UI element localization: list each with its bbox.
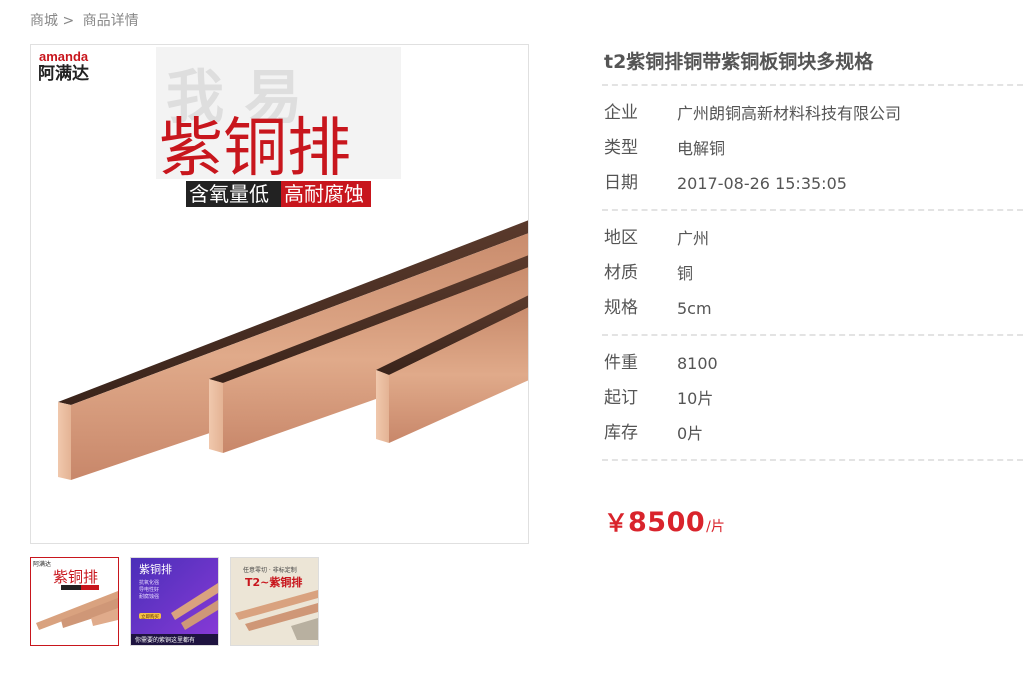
breadcrumb-separator: >: [62, 13, 75, 29]
info-value: 2017-08-26 15:35:05: [677, 174, 847, 193]
info-row-weight: 件重 8100: [604, 346, 1025, 381]
info-key: 企业: [604, 103, 638, 123]
info-row-material: 材质 铜: [604, 256, 1025, 291]
info-row-company: 企业 广州朗铜高新材料科技有限公司: [604, 96, 1025, 131]
info-value: 铜: [677, 264, 694, 283]
thumbnail-list: 阿满达 紫铜排 紫铜排 抗氧化强 导电性好 耐腐蚀强 立即购买 你需要的紫铜这里…: [30, 557, 319, 646]
info-value: 5cm: [677, 299, 712, 318]
price-unit: /片: [706, 519, 725, 535]
product-detail-panel: t2紫铜排铜带紫铜板铜块多规格 企业 广州朗铜高新材料科技有限公司 类型 电解铜…: [602, 44, 1025, 461]
thumb1-brand: 阿满达: [33, 560, 51, 568]
breadcrumb: 商城 > 商品详情: [30, 10, 143, 30]
info-group-company: 企业 广州朗铜高新材料科技有限公司 类型 电解铜 日期 2017-08-26 1…: [604, 86, 1025, 209]
thumbnail-1[interactable]: 阿满达 紫铜排: [30, 557, 119, 646]
thumb2-headline: 紫铜排: [139, 562, 172, 576]
thumbnail-3[interactable]: 任意零切 · 非标定制 T2~紫铜排: [230, 557, 319, 646]
info-value: 广州: [677, 229, 710, 248]
info-key: 起订: [604, 388, 638, 408]
info-row-moq: 起订 10片: [604, 381, 1025, 416]
thumb2-footer: 你需要的紫铜这里都有: [135, 636, 195, 644]
info-key: 材质: [604, 263, 638, 283]
brand-logo-en: amanda: [39, 49, 89, 64]
thumb2-line-2: 导电性好: [139, 586, 159, 593]
price-currency: ￥: [604, 509, 628, 537]
thumb2-line-3: 耐腐蚀强: [139, 593, 159, 600]
image-headline: 紫铜排: [159, 112, 351, 186]
thumbnail-2[interactable]: 紫铜排 抗氧化强 导电性好 耐腐蚀强 立即购买 你需要的紫铜这里都有: [130, 557, 219, 646]
brand-logo-cn: 阿满达: [38, 63, 89, 84]
info-value: 电解铜: [677, 139, 726, 158]
divider: [602, 459, 1023, 461]
product-main-image[interactable]: amanda 阿满达 我 易 紫铜排 含氧量低 高耐腐蚀: [30, 44, 529, 544]
image-tag-corrosion: 高耐腐蚀: [284, 182, 364, 206]
thumb2-button: 立即购买: [141, 613, 159, 620]
info-group-spec: 地区 广州 材质 铜 规格 5cm: [604, 211, 1025, 334]
breadcrumb-home-link[interactable]: 商城: [30, 13, 58, 29]
info-group-stock: 件重 8100 起订 10片 库存 0片: [604, 336, 1025, 459]
info-key: 库存: [604, 423, 638, 443]
info-key: 地区: [604, 228, 638, 248]
info-value: 8100: [677, 354, 718, 373]
product-title: t2紫铜排铜带紫铜板铜块多规格: [604, 51, 874, 73]
info-row-date: 日期 2017-08-26 15:35:05: [604, 166, 1025, 201]
info-key: 日期: [604, 173, 638, 193]
info-key: 件重: [604, 353, 638, 373]
breadcrumb-current: 商品详情: [82, 13, 139, 29]
thumb2-line-1: 抗氧化强: [139, 579, 159, 586]
thumb3-banner: 任意零切 · 非标定制: [243, 566, 297, 574]
thumb3-headline: T2~紫铜排: [245, 575, 302, 589]
price-amount: 8500: [628, 507, 706, 538]
product-price: ￥8500/片: [604, 503, 725, 538]
info-row-type: 类型 电解铜: [604, 131, 1025, 166]
info-value: 广州朗铜高新材料科技有限公司: [677, 104, 902, 123]
thumb1-headline: 紫铜排: [53, 568, 98, 586]
info-value: 10片: [677, 389, 714, 408]
info-row-region: 地区 广州: [604, 221, 1025, 256]
info-key: 规格: [604, 298, 638, 318]
info-row-stock: 库存 0片: [604, 416, 1025, 451]
info-value: 0片: [677, 424, 704, 443]
info-row-size: 规格 5cm: [604, 291, 1025, 326]
info-key: 类型: [604, 138, 638, 158]
image-tag-low-oxygen: 含氧量低: [189, 182, 269, 206]
